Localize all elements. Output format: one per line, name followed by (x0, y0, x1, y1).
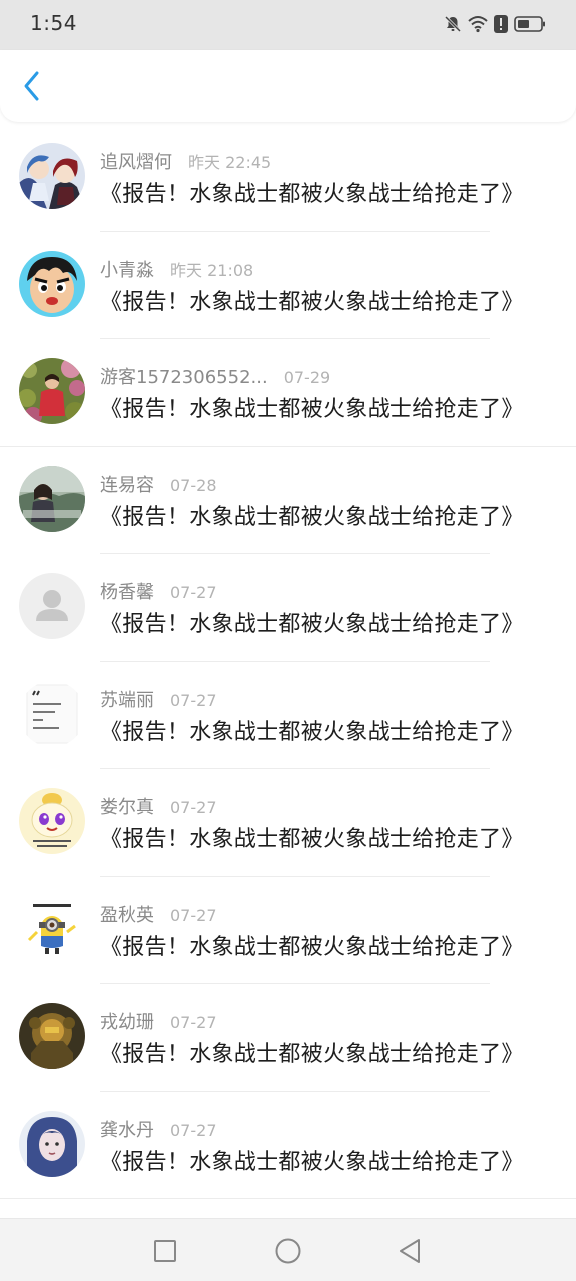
avatar[interactable] (19, 788, 85, 854)
wifi-icon (468, 15, 488, 33)
timestamp: 07-27 (170, 798, 217, 817)
header (0, 50, 576, 122)
avatar[interactable] (19, 895, 85, 962)
list-item[interactable]: 追风熠何 昨天 22:45 《报告！水象战士都被火象战士给抢走了》 (0, 124, 576, 232)
comment-text: 《报告！水象战士都被火象战士给抢走了》 (100, 719, 524, 745)
list-item[interactable]: 盈秋英 07-27 《报告！水象战士都被火象战士给抢走了》 (0, 877, 576, 984)
username[interactable]: 苏端丽 (100, 686, 154, 712)
list-item[interactable]: 娄尔真 07-27 《报告！水象战士都被火象战士给抢走了》 (0, 769, 576, 877)
avatar[interactable] (19, 573, 85, 639)
avatar[interactable] (19, 1003, 85, 1069)
timestamp: 07-28 (170, 475, 217, 495)
chevron-left-icon (24, 71, 39, 101)
comment-text: 《报告！水象战士都被火象战士给抢走了》 (100, 1042, 524, 1067)
comment-text: 《报告！水象战士都被火象战士给抢走了》 (100, 934, 524, 960)
timestamp: 07-29 (283, 368, 331, 387)
username[interactable]: 追风熠何 (100, 148, 172, 174)
recent-apps-button[interactable] (151, 1237, 179, 1265)
list-item[interactable]: 游客1572306552... 07-29 《报告！水象战士都被火象战士给抢走了… (0, 339, 576, 447)
timestamp: 07-27 (170, 690, 217, 710)
comment-list: 追风熠何 昨天 22:45 《报告！水象战士都被火象战士给抢走了》 小青淼 昨天… (0, 124, 576, 1199)
list-item[interactable]: 连易容 07-28 《报告！水象战士都被火象战士给抢走了》 (0, 447, 576, 554)
timestamp: 07-27 (170, 905, 217, 925)
list-item[interactable]: 龚水丹 07-27 《报告！水象战士都被火象战士给抢走了》 (0, 1092, 576, 1199)
username[interactable]: 戎幼珊 (100, 1008, 154, 1034)
battery-icon (514, 15, 546, 33)
comment-text: 《报告！水象战士都被火象战士给抢走了》 (100, 397, 524, 422)
recent-apps-icon (154, 1240, 176, 1262)
alert-icon (494, 15, 508, 33)
timestamp: 昨天 22:45 (188, 153, 272, 172)
bell-off-icon (444, 15, 462, 33)
username[interactable]: 小青淼 (100, 256, 154, 282)
username[interactable]: 娄尔真 (100, 793, 154, 819)
comment-text: 《报告！水象战士都被火象战士给抢走了》 (100, 182, 524, 207)
timestamp: 昨天 21:08 (170, 260, 254, 280)
home-button[interactable] (274, 1237, 302, 1265)
comment-text: 《报告！水象战士都被火象战士给抢走了》 (100, 504, 524, 530)
avatar[interactable] (19, 143, 85, 209)
username[interactable]: 游客1572306552... (100, 363, 268, 389)
username[interactable]: 杨香馨 (100, 578, 154, 604)
home-icon (275, 1238, 301, 1264)
username[interactable]: 盈秋英 (100, 901, 154, 927)
avatar[interactable] (19, 358, 85, 424)
back-triangle-icon (400, 1239, 420, 1263)
status-icons (444, 13, 546, 35)
avatar[interactable] (19, 250, 85, 317)
timestamp: 07-27 (170, 1120, 217, 1140)
back-button[interactable] (14, 68, 50, 104)
status-time: 1:54 (30, 11, 77, 35)
divider (0, 1198, 576, 1199)
timestamp: 07-27 (170, 1013, 217, 1032)
list-item[interactable]: 苏端丽 07-27 《报告！水象战士都被火象战士给抢走了》 (0, 662, 576, 769)
system-back-button[interactable] (396, 1237, 424, 1265)
list-item[interactable]: 小青淼 昨天 21:08 《报告！水象战士都被火象战士给抢走了》 (0, 232, 576, 339)
username[interactable]: 连易容 (100, 471, 154, 497)
avatar[interactable] (19, 1110, 85, 1177)
avatar[interactable] (19, 680, 85, 747)
comment-text: 《报告！水象战士都被火象战士给抢走了》 (100, 612, 524, 637)
comment-text: 《报告！水象战士都被火象战士给抢走了》 (100, 289, 524, 315)
comment-text: 《报告！水象战士都被火象战士给抢走了》 (100, 1149, 524, 1175)
list-item[interactable]: 杨香馨 07-27 《报告！水象战士都被火象战士给抢走了》 (0, 554, 576, 662)
list-item[interactable]: 戎幼珊 07-27 《报告！水象战士都被火象战士给抢走了》 (0, 984, 576, 1092)
timestamp: 07-27 (170, 583, 217, 602)
comment-text: 《报告！水象战士都被火象战士给抢走了》 (100, 827, 524, 852)
navigation-bar (0, 1218, 576, 1281)
username[interactable]: 龚水丹 (100, 1116, 154, 1142)
avatar[interactable] (19, 465, 85, 532)
status-bar: 1:54 (0, 0, 576, 50)
